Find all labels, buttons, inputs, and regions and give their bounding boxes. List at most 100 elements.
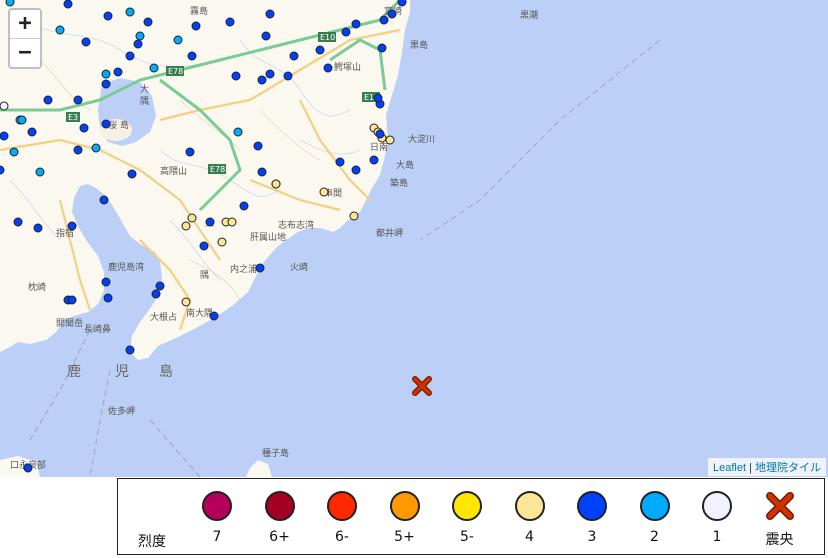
station-marker[interactable] bbox=[67, 295, 77, 305]
station-marker[interactable] bbox=[335, 157, 345, 167]
station-marker[interactable] bbox=[151, 289, 161, 299]
station-marker[interactable] bbox=[385, 135, 395, 145]
station-marker[interactable] bbox=[101, 69, 111, 79]
station-marker[interactable] bbox=[187, 213, 197, 223]
station-marker[interactable] bbox=[9, 147, 19, 157]
station-marker[interactable] bbox=[43, 95, 53, 105]
station-marker[interactable] bbox=[227, 217, 237, 227]
zoom-in-button[interactable]: + bbox=[10, 10, 40, 38]
station-marker[interactable] bbox=[135, 31, 145, 41]
station-marker[interactable] bbox=[387, 9, 397, 19]
station-marker[interactable] bbox=[255, 263, 265, 273]
station-marker[interactable] bbox=[127, 169, 137, 179]
station-marker[interactable] bbox=[5, 0, 15, 7]
legend-label: 5- bbox=[460, 529, 474, 545]
station-marker[interactable] bbox=[261, 31, 271, 41]
station-marker[interactable] bbox=[205, 217, 215, 227]
station-marker[interactable] bbox=[239, 201, 249, 211]
station-marker[interactable] bbox=[103, 293, 113, 303]
station-marker[interactable] bbox=[0, 101, 9, 111]
station-marker[interactable] bbox=[315, 45, 325, 55]
place-label: 大島 bbox=[396, 159, 414, 171]
station-marker[interactable] bbox=[231, 71, 241, 81]
station-marker[interactable] bbox=[103, 11, 113, 21]
station-marker[interactable] bbox=[79, 123, 89, 133]
place-label: 隅 bbox=[140, 96, 149, 107]
station-marker[interactable] bbox=[181, 297, 191, 307]
legend-title: 烈度 bbox=[138, 534, 166, 550]
station-marker[interactable] bbox=[101, 79, 111, 89]
station-marker[interactable] bbox=[35, 167, 45, 177]
legend-swatch bbox=[202, 491, 232, 521]
station-marker[interactable] bbox=[99, 195, 109, 205]
station-marker[interactable] bbox=[113, 67, 123, 77]
map-view[interactable]: E10 E78 E3 E78 E10 鹿 児 島 大 隅 桜 島 高隈山 隅 肝… bbox=[0, 0, 828, 477]
station-marker[interactable] bbox=[149, 63, 159, 73]
legend-item-intensity: 6- bbox=[317, 491, 367, 545]
station-marker[interactable] bbox=[27, 127, 37, 137]
station-marker[interactable] bbox=[209, 311, 219, 321]
station-marker[interactable] bbox=[17, 115, 27, 125]
legend-item-intensity: 1 bbox=[692, 491, 742, 545]
station-marker[interactable] bbox=[125, 51, 135, 61]
station-marker[interactable] bbox=[349, 211, 359, 221]
station-marker[interactable] bbox=[55, 25, 65, 35]
station-marker[interactable] bbox=[187, 51, 197, 61]
station-marker[interactable] bbox=[233, 127, 243, 137]
place-label: 黒島 bbox=[410, 39, 428, 51]
station-marker[interactable] bbox=[265, 9, 275, 19]
station-marker[interactable] bbox=[73, 145, 83, 155]
legend-item-intensity: 5- bbox=[442, 491, 492, 545]
station-marker[interactable] bbox=[253, 141, 263, 151]
station-marker[interactable] bbox=[283, 71, 293, 81]
station-marker[interactable] bbox=[101, 119, 111, 129]
station-marker[interactable] bbox=[63, 0, 73, 9]
station-marker[interactable] bbox=[379, 15, 389, 25]
station-marker[interactable] bbox=[101, 277, 111, 287]
station-marker[interactable] bbox=[185, 147, 195, 157]
station-marker[interactable] bbox=[397, 0, 407, 7]
station-marker[interactable] bbox=[0, 165, 5, 175]
station-marker[interactable] bbox=[191, 21, 201, 31]
station-marker[interactable] bbox=[265, 69, 275, 79]
station-marker[interactable] bbox=[125, 345, 135, 355]
tiles-link[interactable]: 地理院タイル bbox=[755, 462, 821, 474]
station-marker[interactable] bbox=[341, 27, 351, 37]
station-marker[interactable] bbox=[217, 237, 227, 247]
road-label: E10 bbox=[320, 33, 335, 42]
station-marker[interactable] bbox=[351, 165, 361, 175]
station-marker[interactable] bbox=[373, 93, 383, 103]
legend-swatch bbox=[389, 491, 420, 521]
station-marker[interactable] bbox=[351, 19, 361, 29]
epicenter-marker[interactable] bbox=[412, 376, 432, 396]
station-marker[interactable] bbox=[323, 63, 333, 73]
station-marker[interactable] bbox=[199, 241, 209, 251]
station-marker[interactable] bbox=[181, 221, 191, 231]
station-marker[interactable] bbox=[289, 51, 299, 61]
station-marker[interactable] bbox=[13, 217, 23, 227]
station-marker[interactable] bbox=[73, 95, 83, 105]
station-marker[interactable] bbox=[125, 7, 135, 17]
station-marker[interactable] bbox=[257, 75, 267, 85]
station-marker[interactable] bbox=[369, 155, 379, 165]
station-marker[interactable] bbox=[33, 223, 43, 233]
station-marker[interactable] bbox=[257, 167, 267, 177]
station-marker[interactable] bbox=[225, 17, 235, 27]
leaflet-link[interactable]: Leaflet bbox=[713, 462, 746, 474]
station-marker[interactable] bbox=[377, 43, 387, 53]
station-marker[interactable] bbox=[91, 143, 101, 153]
station-marker[interactable] bbox=[173, 35, 183, 45]
station-marker[interactable] bbox=[271, 179, 281, 189]
zoom-out-button[interactable]: − bbox=[10, 38, 40, 67]
station-marker[interactable] bbox=[155, 281, 165, 291]
station-marker[interactable] bbox=[143, 17, 153, 27]
station-marker[interactable] bbox=[375, 129, 385, 139]
station-marker[interactable] bbox=[81, 37, 91, 47]
station-marker[interactable] bbox=[133, 39, 143, 49]
station-marker[interactable] bbox=[67, 221, 77, 231]
station-marker[interactable] bbox=[0, 131, 9, 141]
station-marker[interactable] bbox=[319, 187, 329, 197]
legend-label: 1 bbox=[712, 529, 722, 545]
epicenter-x-inner bbox=[413, 377, 431, 395]
station-marker[interactable] bbox=[23, 463, 33, 473]
